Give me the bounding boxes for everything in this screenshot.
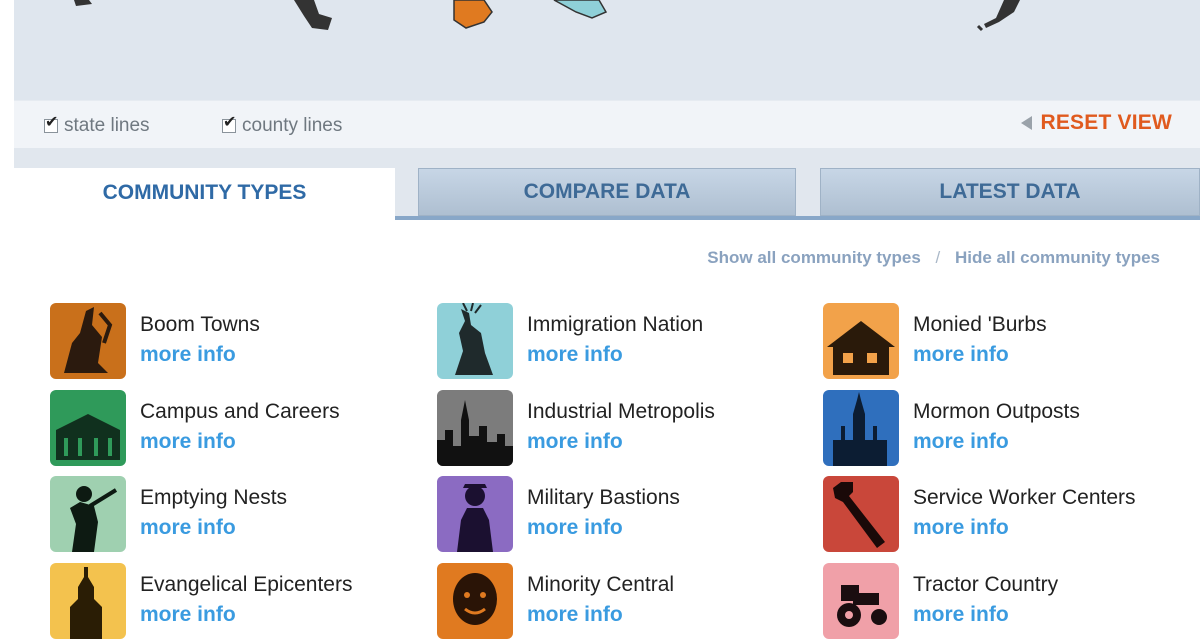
tab-underline <box>395 216 1200 220</box>
tab-bar: COMMUNITY TYPES COMPARE DATA LATEST DATA <box>14 148 1200 218</box>
map-options-bar: state lines county lines RESET VIEW <box>14 100 1200 149</box>
more-info-link[interactable]: more info <box>527 516 623 540</box>
link-separator: / <box>935 248 941 267</box>
community-type-name[interactable]: Military Bastions <box>527 486 680 510</box>
left-arrow-icon <box>1021 116 1033 130</box>
community-type-name[interactable]: Emptying Nests <box>140 486 287 510</box>
community-type-item[interactable]: Tractor Country more info <box>823 563 1183 641</box>
tab-latest-data-label: LATEST DATA <box>939 180 1081 203</box>
toggle-county-lines[interactable]: county lines <box>222 112 343 137</box>
community-type-item[interactable]: Monied 'Burbs more info <box>823 303 1183 381</box>
community-type-item[interactable]: Evangelical Epicenters more info <box>50 563 410 641</box>
map-viewport[interactable] <box>14 0 1200 100</box>
reset-view-button[interactable]: RESET VIEW <box>1021 111 1172 135</box>
community-type-item[interactable]: Industrial Metropolis more info <box>437 390 797 468</box>
more-info-link[interactable]: more info <box>913 430 1009 454</box>
statue-of-liberty-icon[interactable] <box>437 303 513 379</box>
construction-icon[interactable] <box>50 303 126 379</box>
map-fragments <box>74 0 1020 32</box>
community-type-item[interactable]: Service Worker Centers more info <box>823 476 1183 554</box>
more-info-link[interactable]: more info <box>140 343 236 367</box>
hide-all-link[interactable]: Hide all community types <box>955 248 1160 267</box>
community-type-name[interactable]: Immigration Nation <box>527 313 703 337</box>
soldier-icon[interactable] <box>437 476 513 552</box>
community-type-item[interactable]: Campus and Careers more info <box>50 390 410 468</box>
tab-compare-data-label: COMPARE DATA <box>523 180 691 203</box>
more-info-link[interactable]: more info <box>527 430 623 454</box>
county-lines-checkbox[interactable] <box>222 112 236 133</box>
more-info-link[interactable]: more info <box>913 603 1009 627</box>
tab-community-types[interactable]: COMMUNITY TYPES <box>14 168 395 218</box>
tab-community-types-label: COMMUNITY TYPES <box>102 181 307 204</box>
community-type-name[interactable]: Evangelical Epicenters <box>140 573 352 597</box>
community-type-name[interactable]: Boom Towns <box>140 313 260 337</box>
face-icon[interactable] <box>437 563 513 639</box>
more-info-link[interactable]: more info <box>527 343 623 367</box>
community-type-item[interactable]: Mormon Outposts more info <box>823 390 1183 468</box>
page-left-margin <box>0 0 14 630</box>
more-info-link[interactable]: more info <box>140 603 236 627</box>
more-info-link[interactable]: more info <box>913 343 1009 367</box>
reset-view-label: RESET VIEW <box>1040 111 1172 134</box>
community-type-name[interactable]: Service Worker Centers <box>913 486 1136 510</box>
more-info-link[interactable]: more info <box>527 603 623 627</box>
state-lines-checkbox[interactable] <box>44 112 58 133</box>
community-type-name[interactable]: Industrial Metropolis <box>527 400 715 424</box>
community-type-name[interactable]: Tractor Country <box>913 573 1058 597</box>
community-type-name[interactable]: Minority Central <box>527 573 674 597</box>
tab-compare-data[interactable]: COMPARE DATA <box>418 168 796 216</box>
show-hide-links: Show all community types / Hide all comm… <box>707 248 1160 268</box>
state-lines-label: state lines <box>64 115 150 136</box>
tractor-icon[interactable] <box>823 563 899 639</box>
house-icon[interactable] <box>823 303 899 379</box>
community-type-item[interactable]: Emptying Nests more info <box>50 476 410 554</box>
campus-icon[interactable] <box>50 390 126 466</box>
community-type-name[interactable]: Monied 'Burbs <box>913 313 1047 337</box>
more-info-link[interactable]: more info <box>913 516 1009 540</box>
toggle-state-lines[interactable]: state lines <box>44 112 150 137</box>
golfer-icon[interactable] <box>50 476 126 552</box>
wrench-icon[interactable] <box>823 476 899 552</box>
community-type-item[interactable]: Boom Towns more info <box>50 303 410 381</box>
tab-latest-data[interactable]: LATEST DATA <box>820 168 1200 216</box>
community-type-name[interactable]: Mormon Outposts <box>913 400 1080 424</box>
church-icon[interactable] <box>50 563 126 639</box>
more-info-link[interactable]: more info <box>140 430 236 454</box>
community-type-item[interactable]: Minority Central more info <box>437 563 797 641</box>
community-type-item[interactable]: Military Bastions more info <box>437 476 797 554</box>
show-all-link[interactable]: Show all community types <box>707 248 921 267</box>
skyline-icon[interactable] <box>437 390 513 466</box>
county-lines-label: county lines <box>242 115 343 136</box>
more-info-link[interactable]: more info <box>140 516 236 540</box>
community-type-name[interactable]: Campus and Careers <box>140 400 340 424</box>
temple-icon[interactable] <box>823 390 899 466</box>
community-type-item[interactable]: Immigration Nation more info <box>437 303 797 381</box>
